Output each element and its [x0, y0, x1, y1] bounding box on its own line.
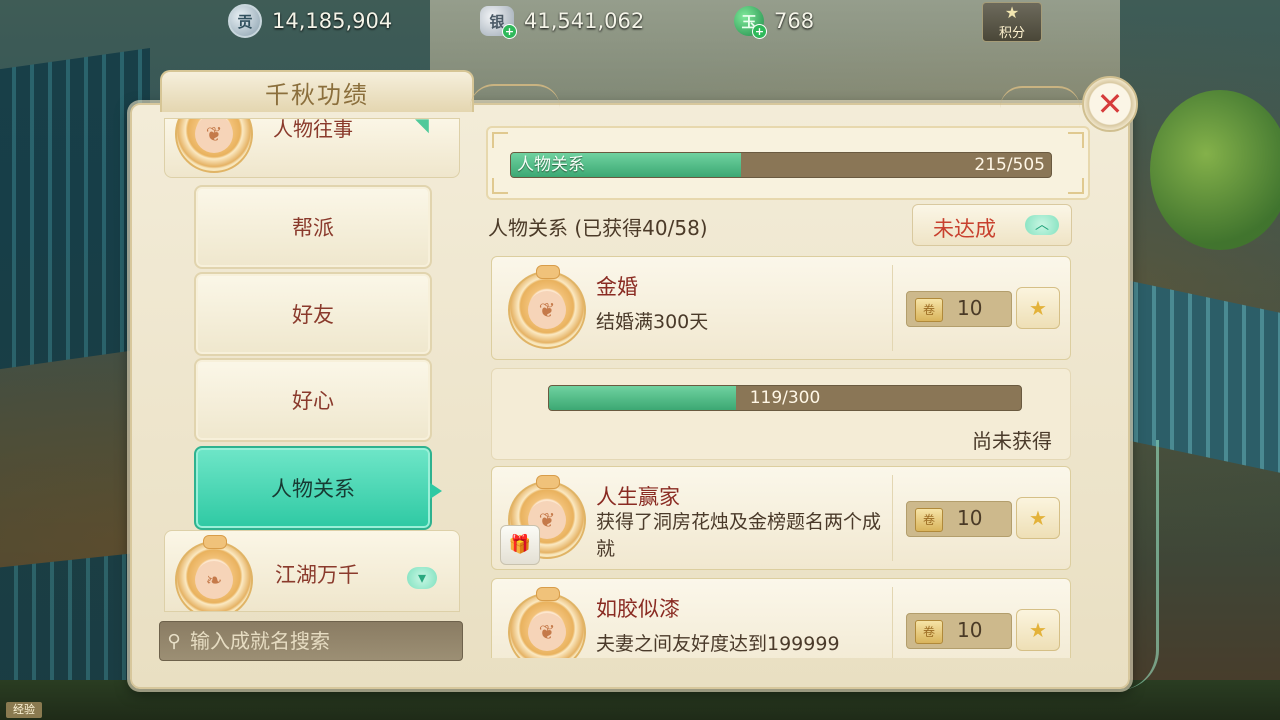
- achievement-desc: 夫妻之间友好度达到199999: [596, 633, 840, 655]
- achievement-name: 如胶似漆: [596, 597, 680, 621]
- achievement-desc: 获得了洞房花烛及金榜题名两个成就: [596, 511, 882, 560]
- achievement-medal-icon: ❦: [508, 265, 586, 349]
- subcategory-label: 帮派: [292, 216, 334, 240]
- progress-label: 人物关系: [517, 155, 585, 175]
- active-pointer-icon: [430, 483, 442, 499]
- share-star-button[interactable]: ★: [1016, 497, 1060, 539]
- currency-jade[interactable]: 玉 + 768: [734, 4, 815, 39]
- achievement-search[interactable]: ⚲: [159, 621, 463, 661]
- scroll-token-icon: 卷: [915, 298, 943, 322]
- category-medal-icon: ❧: [175, 535, 253, 611]
- subcategory-label: 好友: [292, 303, 334, 327]
- achievement-progress-detail: 119/300 尚未获得: [491, 368, 1071, 460]
- achievement-progress-bar: 119/300: [548, 385, 1022, 411]
- category-progress-box: 人物关系 215/505: [486, 126, 1090, 200]
- share-star-button[interactable]: ★: [1016, 609, 1060, 651]
- points-button[interactable]: ★ 积分: [982, 2, 1042, 42]
- category-progress-bar: 人物关系 215/505: [510, 152, 1052, 178]
- reward-box: 卷 10: [906, 501, 1012, 537]
- jade-value: 768: [774, 9, 815, 33]
- reward-amount: 10: [957, 618, 983, 642]
- search-icon: ⚲: [167, 630, 181, 652]
- panel-title: 千秋功绩: [265, 80, 369, 109]
- reward-amount: 10: [957, 506, 983, 530]
- achievement-name: 人生赢家: [596, 485, 680, 509]
- achievement-card[interactable]: ❦ 金婚 结婚满300天 卷 10 ★: [491, 256, 1071, 360]
- share-star-button[interactable]: ★: [1016, 287, 1060, 329]
- background-tree: [1150, 90, 1280, 250]
- achievement-name: 金婚: [596, 275, 638, 299]
- star-icon: ★: [1029, 506, 1047, 530]
- achievement-card[interactable]: ❦ 如胶似漆 夫妻之间友好度达到199999 卷 10 ★: [491, 578, 1071, 658]
- search-input[interactable]: [188, 628, 462, 654]
- silver-ingot-icon: 银 +: [480, 6, 517, 39]
- category-bottom-label: 江湖万千: [275, 563, 359, 587]
- subcategory-renwuguanxi[interactable]: 人物关系: [194, 446, 432, 530]
- achievement-desc: 结婚满300天: [596, 311, 709, 333]
- category-item-jianghu[interactable]: ❧ 江湖万千 ▾: [164, 530, 460, 612]
- progress-status: 尚未获得: [972, 429, 1052, 453]
- currency-gong: 贡 14,185,904: [228, 4, 392, 38]
- scroll-token-icon: 卷: [915, 508, 943, 532]
- filter-toggle-button[interactable]: 未达成 ︿: [912, 204, 1072, 246]
- category-top-label: 人物往事: [273, 118, 353, 141]
- filter-label: 未达成: [933, 217, 996, 241]
- section-title: 人物关系 (已获得40/58): [488, 216, 708, 240]
- star-icon: ★: [1029, 618, 1047, 642]
- achievement-card[interactable]: ❦ 🎁 人生赢家 获得了洞房花烛及金榜题名两个成就 卷 10 ★: [491, 466, 1071, 570]
- swirl-decoration: [470, 84, 560, 108]
- chevron-down-icon: ▾: [407, 567, 437, 589]
- subcategory-label: 好心: [292, 389, 334, 413]
- close-button[interactable]: ✕: [1082, 76, 1138, 132]
- exp-tag: 经验: [6, 702, 42, 718]
- subcategory-haoxin[interactable]: 好心: [194, 358, 432, 442]
- add-jade-icon[interactable]: +: [752, 24, 767, 39]
- points-label: 积分: [998, 26, 1025, 41]
- close-icon: ✕: [1096, 85, 1124, 123]
- subcategory-bangpai[interactable]: 帮派: [194, 185, 432, 269]
- jade-icon: 玉 +: [734, 6, 767, 39]
- scroll-token-icon: 卷: [915, 620, 943, 644]
- add-silver-icon[interactable]: +: [502, 24, 517, 39]
- chevron-up-icon: ︿: [1025, 215, 1059, 235]
- subcategory-label: 人物关系: [271, 477, 355, 501]
- category-medal-icon: ❦: [175, 119, 253, 173]
- progress-value: 119/300: [749, 388, 821, 408]
- reward-box: 卷 10: [906, 613, 1012, 649]
- panel-title-plaque: 千秋功绩: [160, 70, 474, 112]
- background-roof-left: [0, 48, 150, 372]
- gong-coin-icon: 贡: [228, 4, 262, 38]
- silver-value: 41,541,062: [524, 9, 645, 33]
- progress-value: 215/505: [974, 155, 1045, 175]
- gong-value: 14,185,904: [272, 9, 393, 33]
- achievement-medal-icon: ❦: [508, 587, 586, 658]
- gift-icon[interactable]: 🎁: [500, 525, 540, 565]
- star-icon: ★: [1029, 296, 1047, 320]
- currency-silver[interactable]: 银 + 41,541,062: [480, 4, 645, 39]
- achievement-list[interactable]: ❦ 金婚 结婚满300天 卷 10 ★ 119/300 尚未获得 ❦ 🎁 人生赢…: [488, 256, 1072, 658]
- category-sidebar: ❦ 人物往事 ◥ 帮派 好友 好心 人物关系 ❧ 江湖万千 ▾ ⚲: [142, 118, 470, 666]
- subcategory-haoyou[interactable]: 好友: [194, 272, 432, 356]
- star-icon: ★: [1004, 3, 1020, 22]
- reward-amount: 10: [957, 296, 983, 320]
- swirl-decoration-right: [1000, 86, 1080, 108]
- reward-box: 卷 10: [906, 291, 1012, 327]
- category-item-top-partial[interactable]: ❦ 人物往事 ◥: [164, 118, 460, 178]
- frame-glow-decoration: [1096, 440, 1159, 690]
- chevron-down-icon: ◥: [415, 118, 429, 136]
